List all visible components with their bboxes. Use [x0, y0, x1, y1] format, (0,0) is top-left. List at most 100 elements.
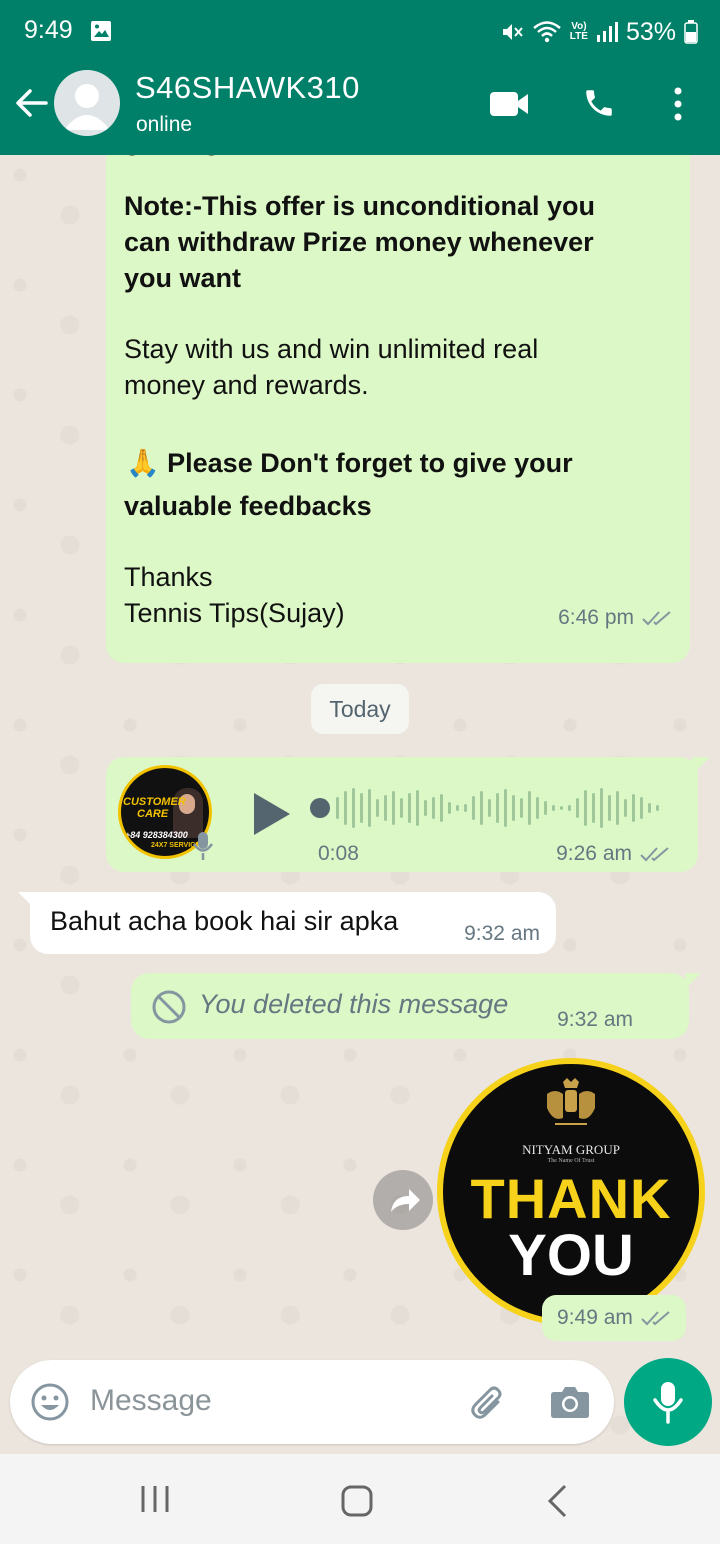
read-ticks-icon — [641, 1311, 670, 1326]
waveform-bar — [424, 800, 427, 816]
chat-area[interactable]: gaming Note:-This offer is unconditional… — [0, 155, 720, 1455]
waveform-bar — [336, 797, 339, 819]
incoming-text: Bahut acha book hai sir apka — [50, 906, 399, 936]
waveform-bar — [408, 793, 411, 823]
blocked-icon — [152, 990, 186, 1024]
home-icon[interactable] — [340, 1484, 374, 1518]
waveform-bar — [536, 797, 539, 819]
message-signature: Tennis Tips(Sujay) — [124, 598, 345, 628]
waveform-bar — [472, 796, 475, 820]
message-stay-line1: Stay with us and win unlimited real — [124, 334, 539, 364]
waveform-bar — [552, 805, 555, 811]
waveform-bar — [384, 795, 387, 821]
waveform-playhead[interactable] — [310, 798, 330, 818]
sticker-tagline: The Name Of Trust — [547, 1158, 595, 1164]
waveform-bar — [592, 793, 595, 823]
volte-indicator: Vo) LTE — [569, 21, 588, 42]
waveform-bar — [632, 794, 635, 822]
message-note-line3: you want — [124, 263, 242, 293]
waveform-bar — [640, 797, 643, 819]
voice-meta: 9:26 am — [556, 842, 670, 866]
sticker-meta: 9:49 am — [542, 1295, 686, 1341]
waveform-bar — [488, 799, 491, 817]
voice-record-button[interactable] — [624, 1358, 712, 1446]
message-thanks: Thanks — [124, 562, 213, 592]
message-input[interactable]: Message — [90, 1384, 212, 1418]
waveform-bar — [392, 791, 395, 825]
waveform-bar — [544, 801, 547, 815]
forward-button[interactable] — [373, 1170, 433, 1230]
forward-icon — [391, 1189, 420, 1212]
play-icon[interactable] — [252, 791, 292, 837]
emoji-icon[interactable] — [30, 1382, 70, 1422]
waveform-bar — [360, 793, 363, 823]
message-stay-line2: money and rewards. — [124, 370, 369, 400]
waveform-bar — [368, 789, 371, 827]
waveform-bar — [504, 789, 507, 827]
voice-duration: 0:08 — [318, 842, 359, 865]
deleted-time: 9:32 am — [557, 1008, 633, 1031]
avatar-caption: CUSTOMER CARE — [123, 796, 186, 820]
waveform-bar — [448, 802, 451, 814]
status-right: Vo) LTE 53% — [500, 16, 698, 48]
waveform-bar — [624, 799, 627, 817]
system-nav-bar — [0, 1454, 720, 1544]
audio-waveform[interactable] — [308, 783, 668, 833]
message-composer[interactable]: Message — [10, 1360, 614, 1444]
outgoing-voice-message[interactable]: CUSTOMER CARE +84 928384300 24X7 SERVICE … — [106, 757, 710, 872]
back-arrow-icon[interactable] — [14, 86, 48, 120]
waveform-bar — [440, 794, 443, 822]
crest-logo-icon — [547, 1078, 595, 1125]
incoming-time: 9:32 am — [464, 922, 540, 945]
incoming-message[interactable]: Bahut acha book hai sir apka 9:32 am — [18, 892, 556, 954]
recents-icon[interactable] — [138, 1484, 172, 1514]
more-vert-icon[interactable] — [672, 86, 684, 122]
sticker-line2: YOU — [508, 1223, 634, 1288]
waveform-bar — [520, 798, 523, 818]
waveform-bar — [576, 798, 579, 818]
bubble-tail — [692, 757, 710, 775]
contact-name[interactable]: S46SHAWK310 — [135, 70, 360, 106]
message-meta: 6:46 pm — [558, 606, 672, 630]
waveform-bar — [560, 806, 563, 810]
waveform-bar — [456, 805, 459, 811]
waveform-bar — [608, 795, 611, 821]
avatar-placeholder-icon — [64, 84, 110, 130]
nav-back-icon[interactable] — [545, 1484, 569, 1518]
sticker-brand: NITYAM GROUP — [522, 1142, 620, 1157]
video-call-icon[interactable] — [490, 90, 530, 118]
message-note-line1: Note:-This offer is unconditional you — [124, 191, 595, 221]
avatar-phone: +84 928384300 — [125, 830, 188, 840]
date-divider: Today — [311, 684, 409, 734]
sticker-time: 9:49 am — [557, 1306, 633, 1329]
message-note-line2: can withdraw Prize money whenever — [124, 227, 594, 257]
attach-icon[interactable] — [468, 1382, 508, 1422]
waveform-bar — [376, 799, 379, 817]
waveform-bar — [568, 805, 571, 811]
waveform-bar — [656, 805, 659, 811]
deleted-message[interactable]: You deleted this message 9:32 am — [131, 973, 701, 1039]
waveform-bar — [432, 797, 435, 819]
bubble-tail — [18, 892, 34, 908]
outgoing-message-promo[interactable]: gaming Note:-This offer is unconditional… — [106, 155, 690, 663]
signal-icon — [596, 22, 618, 42]
camera-icon[interactable] — [550, 1384, 590, 1420]
bubble-tail — [685, 973, 701, 989]
waveform-bar — [648, 803, 651, 813]
waveform-bar — [400, 798, 403, 818]
app-header: 9:49 Vo) LTE 53% S46SHAWK310 online — [0, 0, 720, 155]
status-time: 9:49 — [24, 16, 73, 44]
contact-avatar[interactable] — [54, 70, 120, 136]
message-time: 6:46 pm — [558, 606, 634, 629]
waveform-bar — [344, 791, 347, 825]
waveform-bar — [416, 790, 419, 826]
contact-status: online — [136, 113, 193, 136]
battery-icon — [684, 20, 698, 44]
waveform-bar — [528, 791, 531, 825]
thank-you-sticker[interactable]: NITYAM GROUP The Name Of Trust THANK YOU — [437, 1058, 705, 1326]
waveform-bar — [616, 791, 619, 825]
deleted-text: You deleted this message — [199, 989, 509, 1019]
mute-icon — [502, 24, 523, 40]
waveform-bar — [464, 804, 467, 812]
phone-icon[interactable] — [582, 86, 616, 120]
